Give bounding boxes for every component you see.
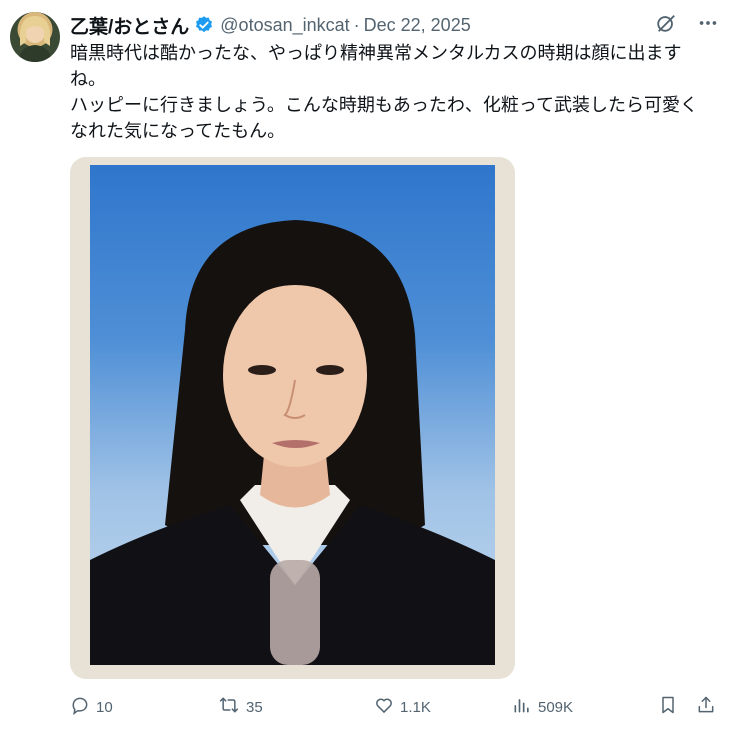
views-icon <box>512 695 532 719</box>
reply-count: 10 <box>96 698 113 716</box>
tweet-date[interactable]: Dec 22, 2025 <box>364 15 471 36</box>
share-icon <box>696 695 716 719</box>
tweet-text: 暗黒時代は酷かったな、やっぱり精神異常メンタルカスの時期は顔に出ますね。 ハッピ… <box>70 43 699 141</box>
bookmark-button[interactable] <box>658 695 678 719</box>
share-button[interactable] <box>696 695 716 719</box>
like-count: 1.1K <box>400 698 431 716</box>
reply-icon <box>70 695 90 719</box>
verified-badge-icon <box>194 15 214 35</box>
tweet-actions-bar: 10 35 1.1K 509K <box>70 694 719 720</box>
grok-icon[interactable] <box>655 12 677 34</box>
author-handle[interactable]: @otosan_inkcat <box>220 15 349 36</box>
avatar[interactable] <box>10 12 60 62</box>
tweet-header: 乙葉/おとさん @otosan_inkcat · Dec 22, 2025 <box>70 12 719 38</box>
more-icon[interactable] <box>697 12 719 34</box>
author-name[interactable]: 乙葉/おとさん <box>70 12 189 39</box>
repost-icon <box>218 695 240 719</box>
views-button[interactable]: 509K <box>512 695 658 719</box>
reply-button[interactable]: 10 <box>70 695 218 719</box>
tweet-image[interactable] <box>70 157 515 679</box>
views-count: 509K <box>538 698 574 716</box>
bookmark-icon <box>658 695 678 719</box>
like-icon <box>374 695 394 719</box>
like-button[interactable]: 1.1K <box>374 695 512 719</box>
repost-count: 35 <box>246 698 263 716</box>
id-photo <box>90 165 495 665</box>
tweet-top-actions <box>655 12 719 34</box>
repost-button[interactable]: 35 <box>218 695 374 719</box>
separator-dot: · <box>353 14 360 35</box>
